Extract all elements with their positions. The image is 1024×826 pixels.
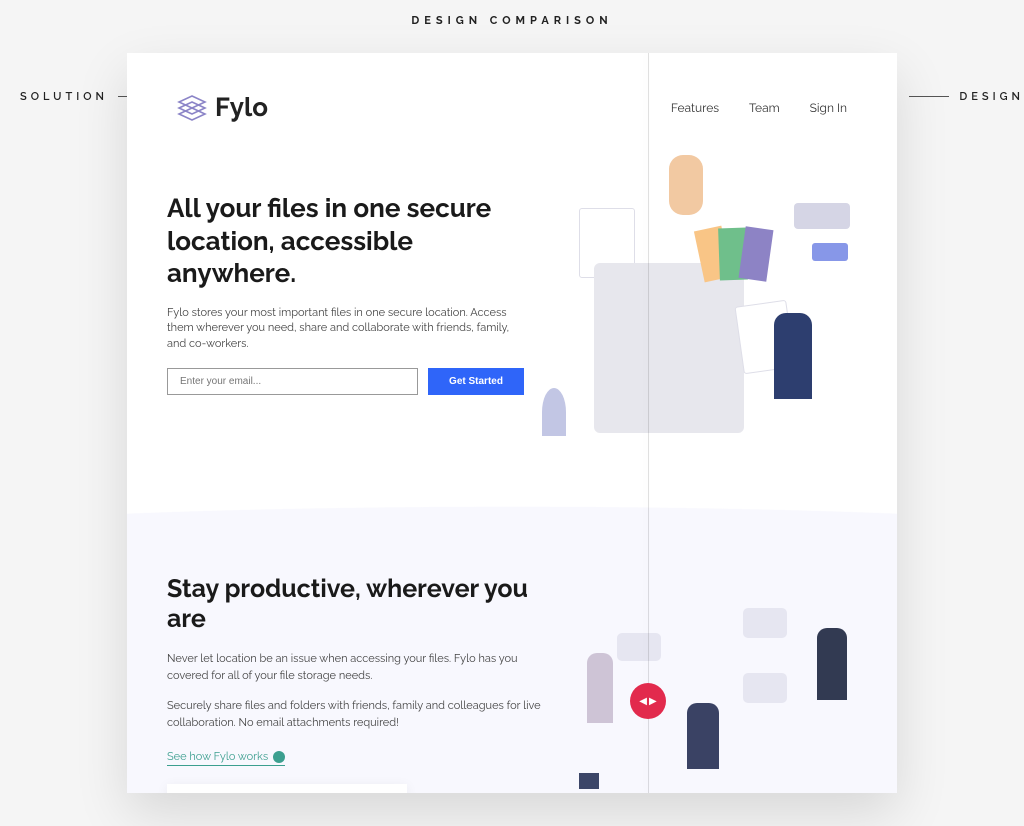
person-icon [774, 313, 812, 399]
productive-illustration [577, 603, 858, 793]
get-started-button[interactable]: Get Started [428, 368, 524, 395]
slider-handle[interactable]: ◀ ▶ [630, 683, 666, 719]
folder-icon [594, 263, 744, 433]
curve-divider [127, 483, 897, 543]
testimonial-card: “ Fylo has improved our team productivit… [167, 784, 407, 793]
person-icon [817, 628, 847, 700]
person-icon [587, 653, 613, 723]
comparison-slider[interactable]: ◀ ▶ [648, 53, 649, 793]
hero-copy: All your files in one secure location, a… [167, 193, 524, 443]
arrow-circle-icon [273, 751, 285, 763]
chat-bubble-icon [617, 633, 661, 661]
comparison-viewport: Fylo Features Team Sign In All your file… [127, 53, 897, 793]
productive-title: Stay productive, wherever you are [167, 573, 547, 633]
person-icon [687, 703, 719, 769]
chevron-right-icon: ▶ [649, 696, 657, 707]
card-icon [812, 243, 848, 261]
pot-icon [579, 773, 599, 789]
logo-text: Fylo [215, 93, 268, 123]
productive-p1: Never let location be an issue when acce… [167, 651, 547, 684]
hero-illustration [544, 193, 867, 443]
productive-section: Stay productive, wherever you are Never … [127, 543, 897, 793]
label-text: SOLUTION [20, 90, 108, 103]
chat-bubble-icon [743, 673, 787, 703]
hero-title: All your files in one secure location, a… [167, 193, 524, 291]
nav-features[interactable]: Features [671, 101, 719, 115]
email-input[interactable] [167, 368, 418, 395]
swatch-icon [739, 226, 774, 281]
chat-bubble-icon [743, 608, 787, 638]
solution-panel: Fylo Features Team Sign In All your file… [127, 53, 897, 793]
logo[interactable]: Fylo [177, 93, 268, 123]
site-header: Fylo Features Team Sign In [127, 53, 897, 133]
page-title: DESIGN COMPARISON [0, 0, 1024, 37]
label-text: DESIGN [959, 90, 1024, 103]
email-form: Get Started [167, 368, 524, 395]
hero-subtitle: Fylo stores your most important files in… [167, 305, 524, 353]
see-how-link[interactable]: See how Fylo works [167, 750, 285, 766]
link-text: See how Fylo works [167, 750, 268, 763]
productive-p2: Securely share files and folders with fr… [167, 698, 547, 731]
hero-section: All your files in one secure location, a… [127, 133, 897, 483]
nav-signin[interactable]: Sign In [810, 101, 847, 115]
card-icon [794, 203, 850, 229]
divider-line [909, 96, 949, 97]
design-label: DESIGN [909, 90, 1024, 103]
plant-icon [542, 388, 566, 436]
main-nav: Features Team Sign In [671, 101, 847, 115]
nav-team[interactable]: Team [749, 101, 780, 115]
productive-copy: Stay productive, wherever you are Never … [167, 573, 547, 793]
person-icon [669, 155, 703, 215]
logo-icon [177, 95, 207, 121]
chevron-left-icon: ◀ [639, 696, 647, 707]
